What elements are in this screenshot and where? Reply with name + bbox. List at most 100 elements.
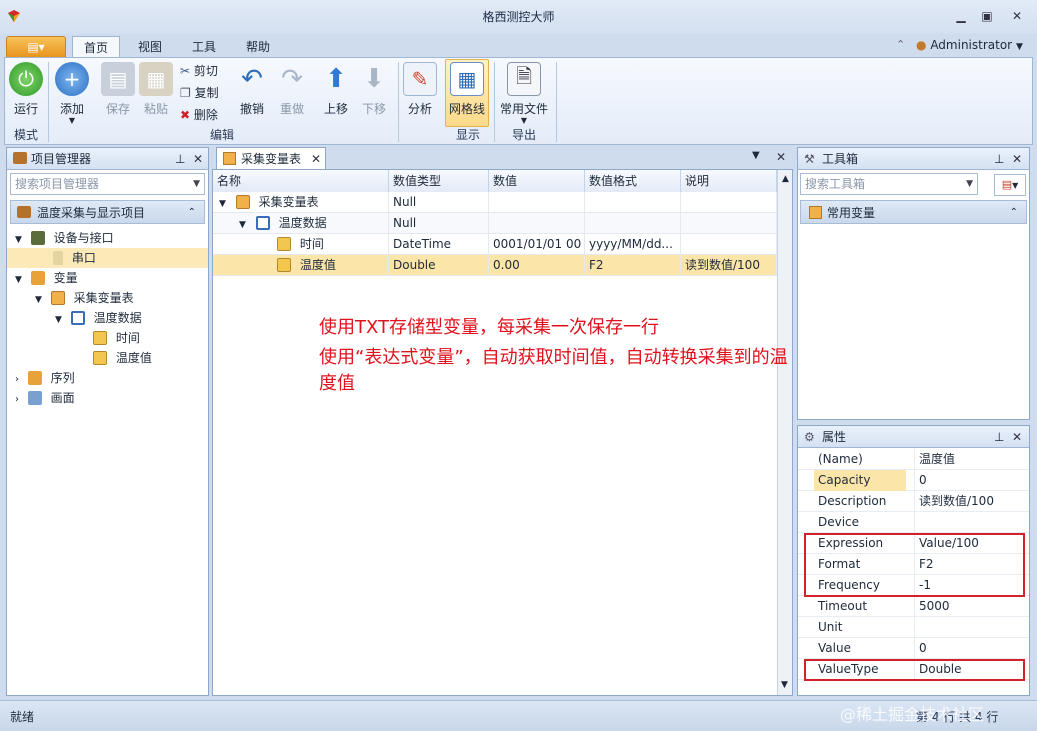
- pin-icon[interactable]: ⊥: [175, 148, 185, 170]
- add-dropdown-icon: ▼: [68, 116, 76, 125]
- expand-icon[interactable]: ▼: [239, 220, 246, 230]
- tree-node-time[interactable]: 时间: [7, 328, 208, 348]
- group-divider: [48, 62, 49, 142]
- table-row[interactable]: ▼ 温度数据 Null: [213, 213, 792, 234]
- property-row[interactable]: (Name) 温度值: [798, 449, 1029, 470]
- tree-node-variable-table[interactable]: ▼ 采集变量表: [7, 288, 208, 308]
- close-button[interactable]: ✕: [1006, 6, 1028, 26]
- add-button[interactable]: + 添加 ▼: [54, 60, 90, 128]
- sequence-icon: [27, 371, 42, 385]
- gridlines-toggle[interactable]: ▦ 网格线: [445, 60, 489, 128]
- project-section-header[interactable]: 温度采集与显示项目 ⌃: [10, 200, 205, 224]
- property-row-selected[interactable]: Capacity 0: [798, 470, 1029, 491]
- power-icon: ⏻: [9, 62, 43, 96]
- chevron-down-icon[interactable]: ▼: [966, 174, 973, 194]
- annotation-line-1: 使用TXT存储型变量，每采集一次保存一行: [319, 317, 660, 338]
- column-header-name[interactable]: 名称: [213, 170, 389, 192]
- tools-icon: ⚒: [804, 152, 815, 166]
- copy-button[interactable]: ❐ 复制: [180, 82, 219, 104]
- tree-node-devices[interactable]: ▼ 设备与接口: [7, 228, 208, 248]
- property-value[interactable]: 0: [914, 470, 1026, 491]
- chevron-down-icon[interactable]: ▼: [193, 174, 200, 194]
- property-value[interactable]: 读到数值/100: [914, 491, 1026, 512]
- file-menu-button[interactable]: ▤▾: [6, 36, 66, 58]
- tab-home[interactable]: 首页: [72, 36, 120, 58]
- close-icon[interactable]: ✕: [193, 148, 203, 170]
- delete-button[interactable]: ✖ 删除: [180, 104, 218, 126]
- tree-node-temperature[interactable]: 温度值: [7, 348, 208, 368]
- pin-icon[interactable]: ⊥: [994, 426, 1004, 448]
- watermark-text: @稀土掘金技术社区: [840, 705, 985, 724]
- format-cell: [585, 192, 681, 213]
- column-header-description[interactable]: 说明: [681, 170, 777, 192]
- tree-node-variables[interactable]: ▼ 变量: [7, 268, 208, 288]
- property-row[interactable]: Value 0: [798, 638, 1029, 659]
- document-tab[interactable]: 采集变量表 ✕: [216, 147, 326, 169]
- property-value[interactable]: 0: [914, 638, 1026, 659]
- column-header-value[interactable]: 数值: [489, 170, 585, 192]
- property-name: Capacity: [814, 470, 906, 491]
- collapse-icon[interactable]: ⌃: [188, 201, 196, 225]
- vertical-scrollbar[interactable]: ▲ ▼: [777, 170, 792, 695]
- status-bar: 就绪 第 4 行 共 4 行 @稀土掘金技术社区: [0, 700, 1037, 731]
- column-header-format[interactable]: 数值格式: [585, 170, 681, 192]
- tab-view[interactable]: 视图: [128, 36, 172, 58]
- scroll-up-icon[interactable]: ▲: [778, 174, 792, 184]
- property-row[interactable]: Timeout 5000: [798, 596, 1029, 617]
- project-search-input[interactable]: 搜索项目管理器 ▼: [10, 173, 205, 195]
- expand-icon[interactable]: ▼: [15, 235, 22, 245]
- common-files-button[interactable]: 🗎 常用文件 ▼: [498, 60, 550, 128]
- property-row[interactable]: Device: [798, 512, 1029, 533]
- expand-icon[interactable]: ▼: [15, 275, 22, 285]
- property-value[interactable]: [914, 617, 1026, 638]
- close-document-icon[interactable]: ✕: [776, 150, 786, 164]
- property-row[interactable]: Description 读到数值/100: [798, 491, 1029, 512]
- tab-help[interactable]: 帮助: [236, 36, 280, 58]
- undo-button[interactable]: ↶ 撤销: [232, 60, 272, 128]
- scroll-down-icon[interactable]: ▼: [781, 680, 788, 690]
- type-cell: Null: [389, 213, 489, 234]
- close-icon[interactable]: ✕: [1012, 426, 1022, 448]
- toolbox-view-button[interactable]: ▤▼: [994, 174, 1026, 196]
- minimize-button[interactable]: ▁: [950, 6, 972, 26]
- tree-node-screen[interactable]: › 画面: [7, 388, 208, 408]
- expand-icon[interactable]: ›: [15, 394, 19, 405]
- tab-tools[interactable]: 工具: [182, 36, 226, 58]
- run-button[interactable]: ⏻ 运行: [8, 60, 44, 128]
- copy-label: 复制: [194, 86, 219, 100]
- ribbon-minimize-icon[interactable]: ⌃: [896, 38, 905, 51]
- close-icon[interactable]: ✕: [1012, 148, 1022, 170]
- close-icon[interactable]: ✕: [311, 148, 321, 170]
- expand-icon[interactable]: ▼: [55, 315, 62, 325]
- tree-node-temperature-data[interactable]: ▼ 温度数据: [7, 308, 208, 328]
- property-value[interactable]: 5000: [914, 596, 1026, 617]
- paste-button[interactable]: ▦ 粘贴: [138, 60, 174, 128]
- expand-icon[interactable]: ›: [15, 374, 19, 385]
- cut-button[interactable]: ✂ 剪切: [180, 60, 218, 82]
- move-up-button[interactable]: ⬆ 上移: [318, 60, 354, 128]
- expand-icon[interactable]: ▼: [35, 295, 42, 305]
- user-menu[interactable]: ● Administrator ▼: [916, 36, 1023, 54]
- highlight-box-valuetype: [804, 659, 1025, 681]
- table-row[interactable]: ▼ 采集变量表 Null: [213, 192, 792, 213]
- save-button[interactable]: ▤ 保存: [100, 60, 136, 128]
- expand-icon[interactable]: ▼: [219, 199, 226, 209]
- table-row[interactable]: 时间 DateTime 0001/01/01 00 yyyy/MM/dd...: [213, 234, 792, 255]
- property-value[interactable]: [914, 512, 1026, 533]
- variable-grid: 名称 数值类型 数值 数值格式 说明 ▼ 采集变量表 Null ▼ 温度数据 N…: [212, 169, 793, 696]
- redo-button[interactable]: ↷ 重做: [272, 60, 312, 128]
- analyze-button[interactable]: ✎ 分析: [402, 60, 438, 128]
- move-down-button[interactable]: ⬇ 下移: [356, 60, 392, 128]
- maximize-button[interactable]: ▣: [976, 6, 998, 26]
- collapse-icon[interactable]: ⌃: [1010, 201, 1018, 225]
- property-value[interactable]: 温度值: [914, 449, 1026, 470]
- pin-icon[interactable]: ⊥: [994, 148, 1004, 170]
- tree-node-serial-port[interactable]: 串口: [7, 248, 208, 268]
- table-row-selected[interactable]: 温度值 Double 0.00 F2 读到数值/100: [213, 255, 792, 276]
- toolbox-section-header[interactable]: 常用变量 ⌃: [800, 200, 1027, 224]
- document-list-icon[interactable]: ▼: [752, 150, 760, 161]
- tree-node-sequence[interactable]: › 序列: [7, 368, 208, 388]
- column-header-type[interactable]: 数值类型: [389, 170, 489, 192]
- property-row[interactable]: Unit: [798, 617, 1029, 638]
- toolbox-search-input[interactable]: 搜索工具箱 ▼: [800, 173, 978, 195]
